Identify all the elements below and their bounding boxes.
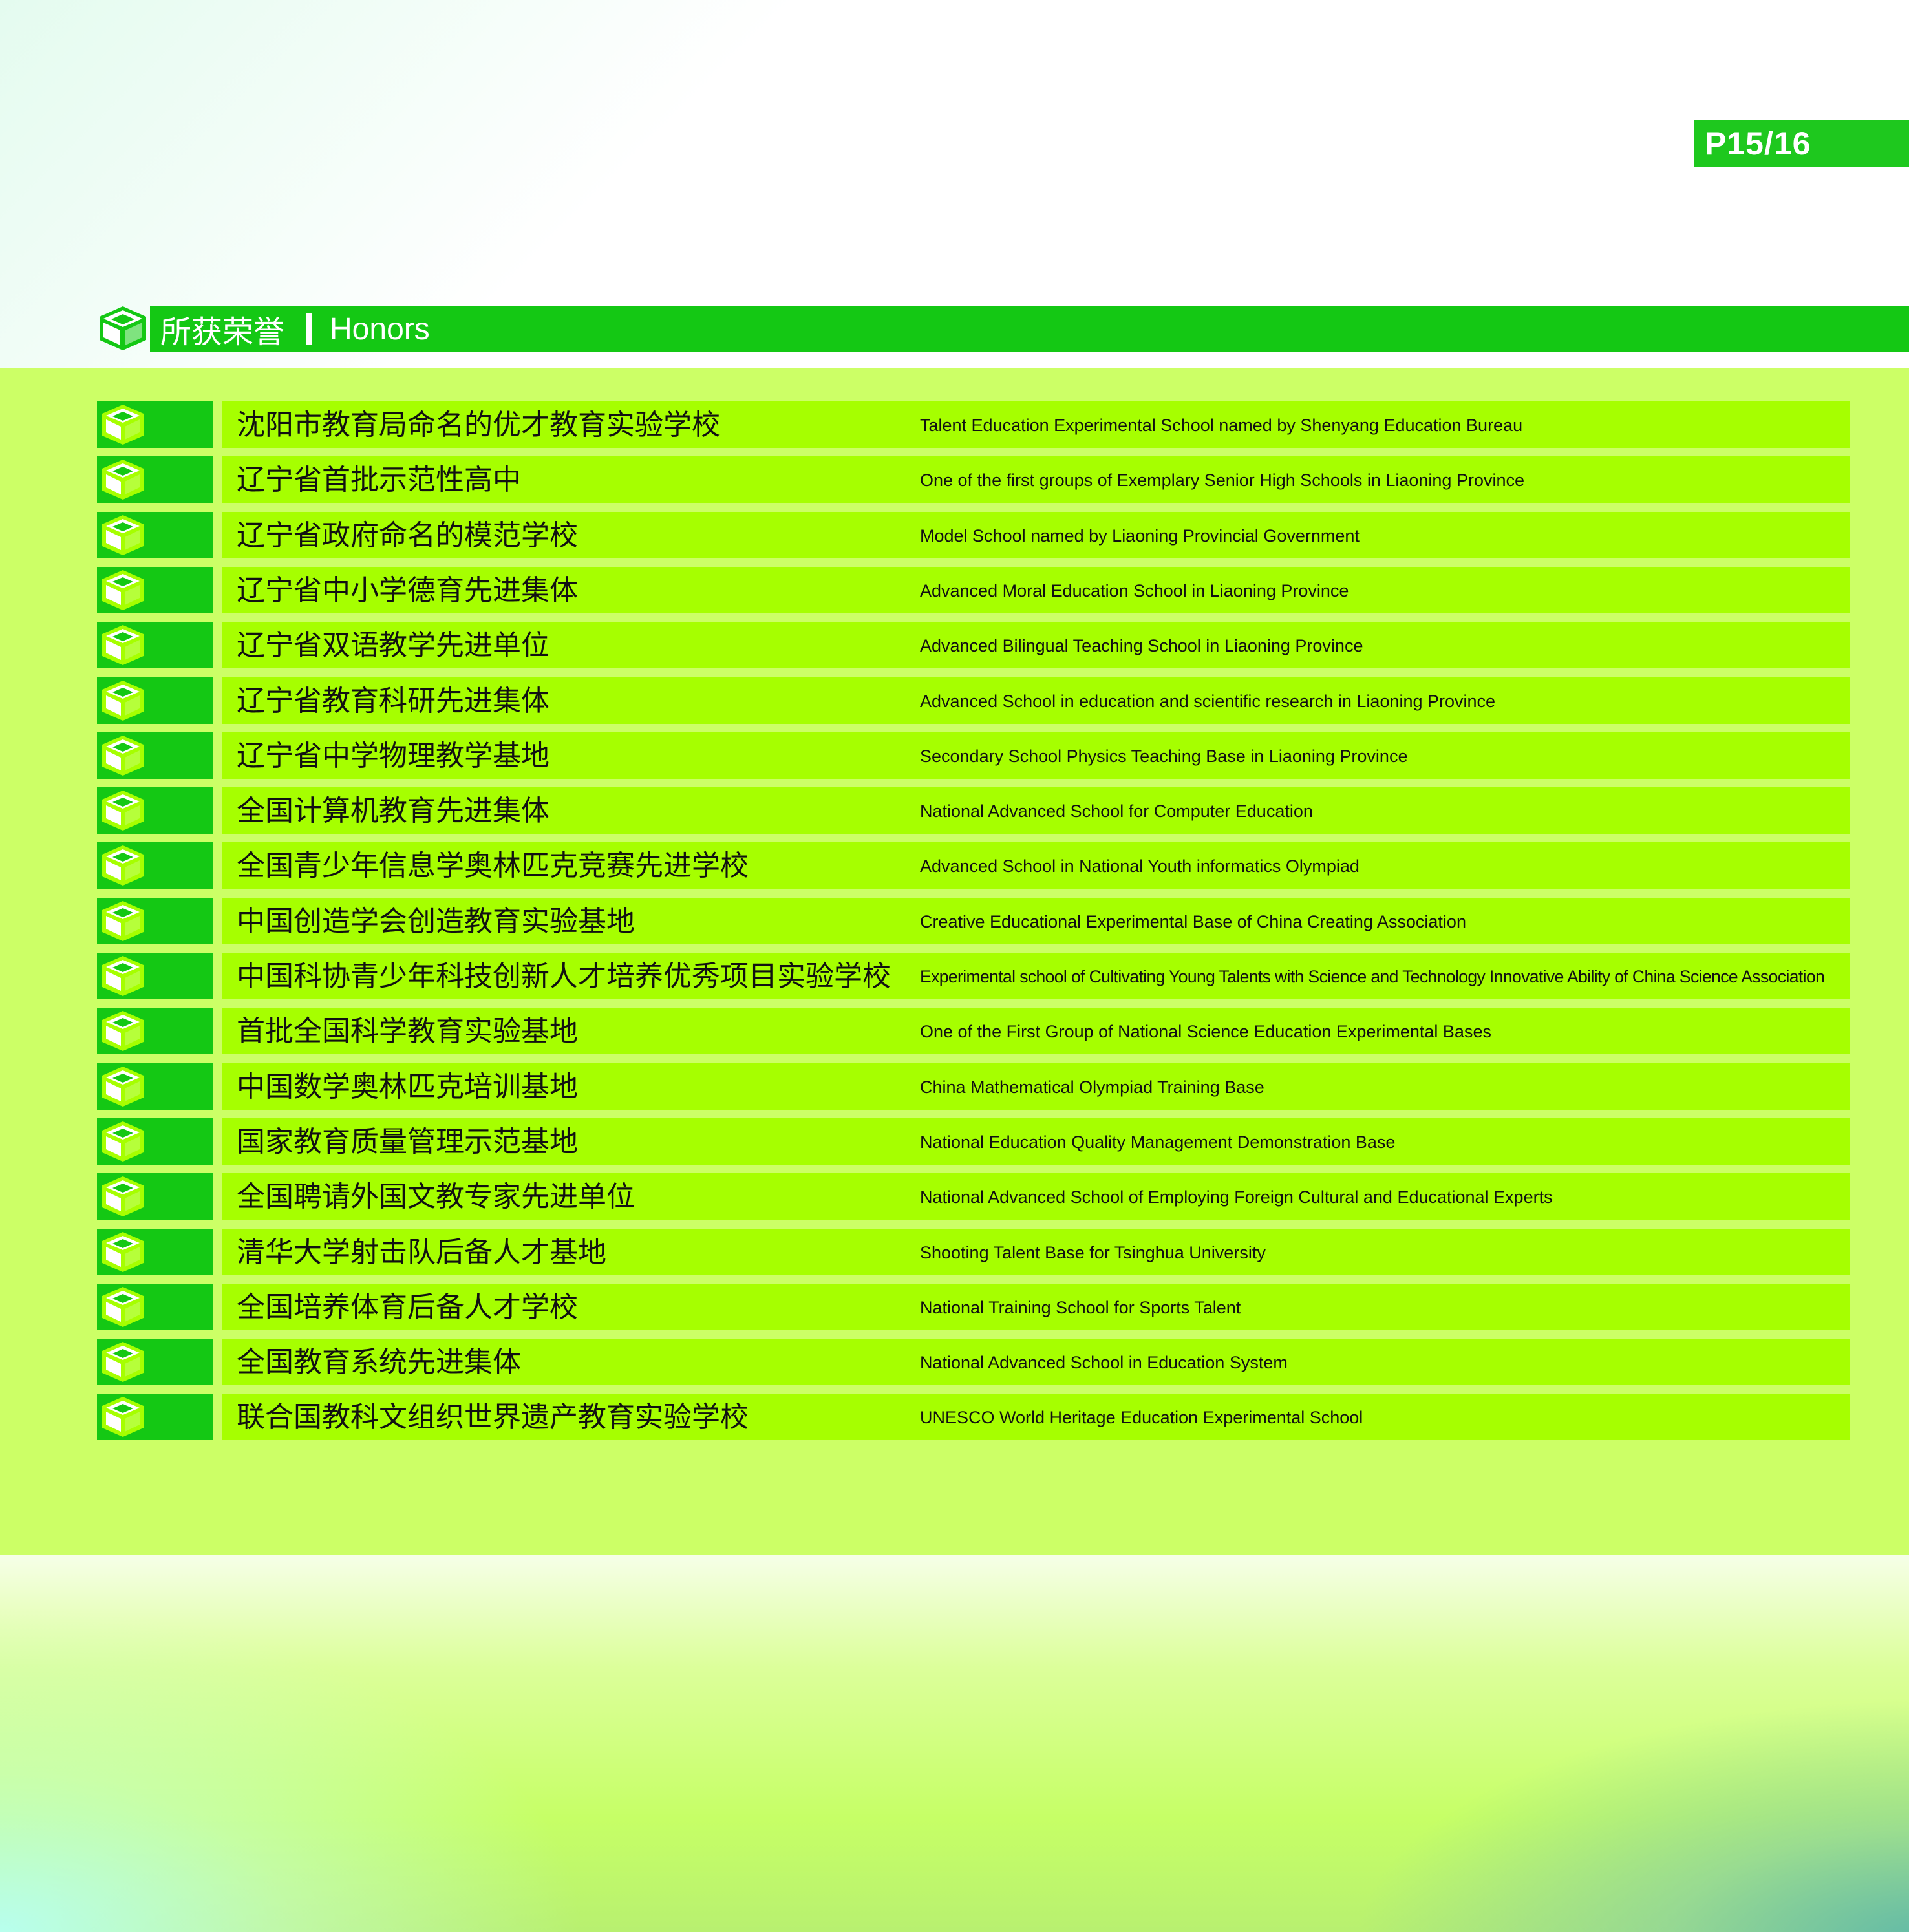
honor-title-en: Secondary School Physics Teaching Base i…: [920, 747, 1408, 766]
honor-icon-box: [97, 677, 213, 724]
honor-title-cn: 沈阳市教育局命名的优才教育实验学校: [237, 409, 720, 441]
honor-title-en: One of the first groups of Exemplary Sen…: [920, 471, 1524, 490]
honor-row: 全国青少年信息学奥林匹克竞赛先进学校 Advanced School in Nat…: [97, 842, 1850, 889]
honor-icon-box: [97, 567, 213, 613]
honor-icon-box: [97, 953, 213, 999]
section-title-divider: [306, 313, 312, 345]
honor-title-cn: 首批全国科学教育实验基地: [237, 1015, 578, 1047]
honor-icon-box: [97, 1173, 213, 1220]
honor-title-en: National Training School for Sports Tale…: [920, 1298, 1241, 1317]
honor-title-en: Talent Education Experimental School nam…: [920, 416, 1523, 435]
honor-title-cn: 辽宁省首批示范性高中: [237, 464, 521, 496]
honor-title-en: Model School named by Liaoning Provincia…: [920, 526, 1360, 546]
honor-icon-box: [97, 1339, 213, 1385]
honor-title-cn: 全国教育系统先进集体: [237, 1346, 521, 1378]
honor-row: 清华大学射击队后备人才基地 Shooting Talent Base for Ts…: [97, 1229, 1850, 1275]
section-title-cn: 所获荣誉: [160, 315, 285, 350]
honor-title-cn: 辽宁省中小学德育先进集体: [237, 575, 578, 606]
honor-icon-box: [97, 456, 213, 503]
honor-title-cn: 全国计算机教育先进集体: [237, 795, 549, 827]
honor-row: 中国科协青少年科技创新人才培养优秀项目实验学校 Experimental scho…: [97, 953, 1850, 999]
honor-row: 全国培养体育后备人才学校 National Training School for…: [97, 1284, 1850, 1330]
honor-row: 辽宁省首批示范性高中 One of the first groups of Exe…: [97, 456, 1850, 503]
honor-row: 中国数学奥林匹克培训基地 China Mathematical Olympiad …: [97, 1063, 1850, 1110]
honor-row: 辽宁省中学物理教学基地 Secondary School Physics Teac…: [97, 732, 1850, 779]
honor-icon-box: [97, 787, 213, 834]
honor-icon-box: [97, 1229, 213, 1275]
honor-row: 辽宁省教育科研先进集体 Advanced School in education …: [97, 677, 1850, 724]
honor-title-cn: 中国科协青少年科技创新人才培养优秀项目实验学校: [237, 961, 891, 992]
section-title-en: Honors: [330, 312, 430, 346]
honor-title-en: National Advanced School for Computer Ed…: [920, 801, 1313, 821]
honor-row: 中国创造学会创造教育实验基地 Creative Educational Exper…: [97, 898, 1850, 944]
honors-logo-icon: [97, 305, 149, 352]
honor-title-en: Shooting Talent Base for Tsinghua Univer…: [920, 1243, 1266, 1262]
honor-title-en: National Advanced School of Employing Fo…: [920, 1187, 1553, 1207]
honor-title-cn: 辽宁省教育科研先进集体: [237, 685, 549, 717]
honor-title-cn: 联合国教科文组织世界遗产教育实验学校: [237, 1401, 749, 1433]
honor-row: 辽宁省政府命名的模范学校 Model School named by Liaoni…: [97, 512, 1850, 558]
honor-title-cn: 全国聘请外国文教专家先进单位: [237, 1181, 635, 1213]
honor-row: 全国教育系统先进集体 National Advanced School in Ed…: [97, 1339, 1850, 1385]
honor-icon-box: [97, 1284, 213, 1330]
honor-title-en: National Advanced School in Education Sy…: [920, 1353, 1288, 1372]
honor-title-en: China Mathematical Olympiad Training Bas…: [920, 1077, 1264, 1097]
honor-icon-box: [97, 1118, 213, 1165]
honor-icon-box: [97, 1008, 213, 1054]
honor-icon-box: [97, 732, 213, 779]
honor-icon-box: [97, 622, 213, 668]
honor-row: 辽宁省双语教学先进单位 Advanced Bilingual Teaching S…: [97, 622, 1850, 668]
honor-title-en: Experimental school of Cultivating Young…: [920, 967, 1825, 986]
honor-title-en: Advanced Bilingual Teaching School in Li…: [920, 636, 1363, 655]
honor-title-cn: 中国创造学会创造教育实验基地: [237, 906, 635, 937]
honor-title-cn: 辽宁省中学物理教学基地: [237, 740, 549, 772]
honor-title-cn: 辽宁省双语教学先进单位: [237, 630, 549, 661]
honor-title-en: Creative Educational Experimental Base o…: [920, 912, 1466, 931]
honor-icon-box: [97, 1063, 213, 1110]
honor-icon-box: [97, 1394, 213, 1440]
section-header-bar: 所获荣誉 Honors: [150, 306, 1909, 352]
honor-row: 首批全国科学教育实验基地 One of the First Group of Na…: [97, 1008, 1850, 1054]
honor-row: 沈阳市教育局命名的优才教育实验学校 Talent Education Experi…: [97, 401, 1850, 448]
honor-row: 辽宁省中小学德育先进集体 Advanced Moral Education Sch…: [97, 567, 1850, 613]
honor-row: 国家教育质量管理示范基地 National Education Quality M…: [97, 1118, 1850, 1165]
honor-title-en: Advanced School in National Youth inform…: [920, 856, 1360, 876]
honor-title-en: Advanced Moral Education School in Liaon…: [920, 581, 1349, 600]
honor-icon-box: [97, 401, 213, 448]
honor-title-cn: 全国培养体育后备人才学校: [237, 1291, 578, 1323]
honor-title-en: National Education Quality Management De…: [920, 1132, 1396, 1152]
honor-title-cn: 清华大学射击队后备人才基地: [237, 1237, 606, 1268]
honor-title-cn: 中国数学奥林匹克培训基地: [237, 1071, 578, 1103]
honor-title-cn: 全国青少年信息学奥林匹克竞赛先进学校: [237, 850, 749, 882]
honor-icon-box: [97, 842, 213, 889]
page-number-badge: P15/16: [1694, 120, 1909, 167]
honor-title-en: One of the First Group of National Scien…: [920, 1022, 1491, 1041]
honor-icon-box: [97, 512, 213, 558]
honor-row: 联合国教科文组织世界遗产教育实验学校 UNESCO World Heritage …: [97, 1394, 1850, 1440]
honor-title-en: Advanced School in education and scienti…: [920, 692, 1496, 711]
honor-row: 全国聘请外国文教专家先进单位 National Advanced School o…: [97, 1173, 1850, 1220]
honor-icon-box: [97, 898, 213, 944]
honor-row: 全国计算机教育先进集体 National Advanced School for …: [97, 787, 1850, 834]
honor-title-cn: 国家教育质量管理示范基地: [237, 1126, 578, 1158]
honor-title-en: UNESCO World Heritage Education Experime…: [920, 1408, 1363, 1427]
honor-title-cn: 辽宁省政府命名的模范学校: [237, 520, 578, 551]
page-background-bottom: [0, 1555, 1909, 1932]
